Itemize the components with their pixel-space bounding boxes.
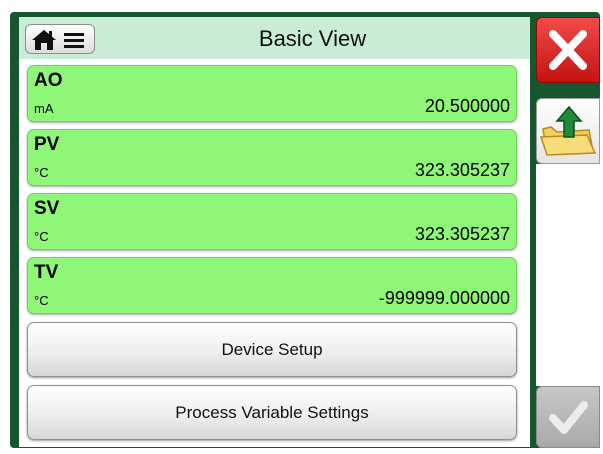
variable-value: 323.305237 (414, 160, 510, 180)
variable-name: SV (34, 198, 60, 219)
variable-name: PV (34, 134, 60, 155)
home-menu-button[interactable] (25, 24, 95, 54)
variable-value: 20.500000 (424, 96, 510, 116)
variable-unit: mA (34, 101, 54, 116)
variable-value: -999999.000000 (378, 288, 510, 308)
open-folder-upload-button[interactable] (536, 98, 600, 164)
variable-row-sv[interactable]: SV °C 323.305237 (27, 193, 517, 250)
close-icon (549, 30, 587, 70)
variable-row-tv[interactable]: TV °C -999999.000000 (27, 257, 517, 314)
home-icon (32, 30, 84, 50)
variable-row-ao[interactable]: AO mA 20.500000 (27, 65, 517, 122)
folder-upload-icon (539, 105, 597, 156)
variable-name: AO (34, 70, 63, 91)
device-setup-button[interactable]: Device Setup (27, 322, 517, 377)
accept-button[interactable] (536, 386, 600, 448)
variable-unit: °C (34, 165, 49, 180)
variable-unit: °C (34, 229, 49, 244)
process-variable-settings-button[interactable]: Process Variable Settings (27, 385, 517, 440)
variable-value: 323.305237 (414, 224, 510, 244)
checkmark-icon (549, 401, 588, 434)
close-button[interactable] (536, 17, 600, 83)
variable-name: TV (34, 262, 59, 283)
page-title: Basic View (258, 26, 367, 51)
variable-unit: °C (34, 293, 49, 308)
side-spacer (536, 164, 600, 386)
variable-row-pv[interactable]: PV °C 323.305237 (27, 129, 517, 186)
